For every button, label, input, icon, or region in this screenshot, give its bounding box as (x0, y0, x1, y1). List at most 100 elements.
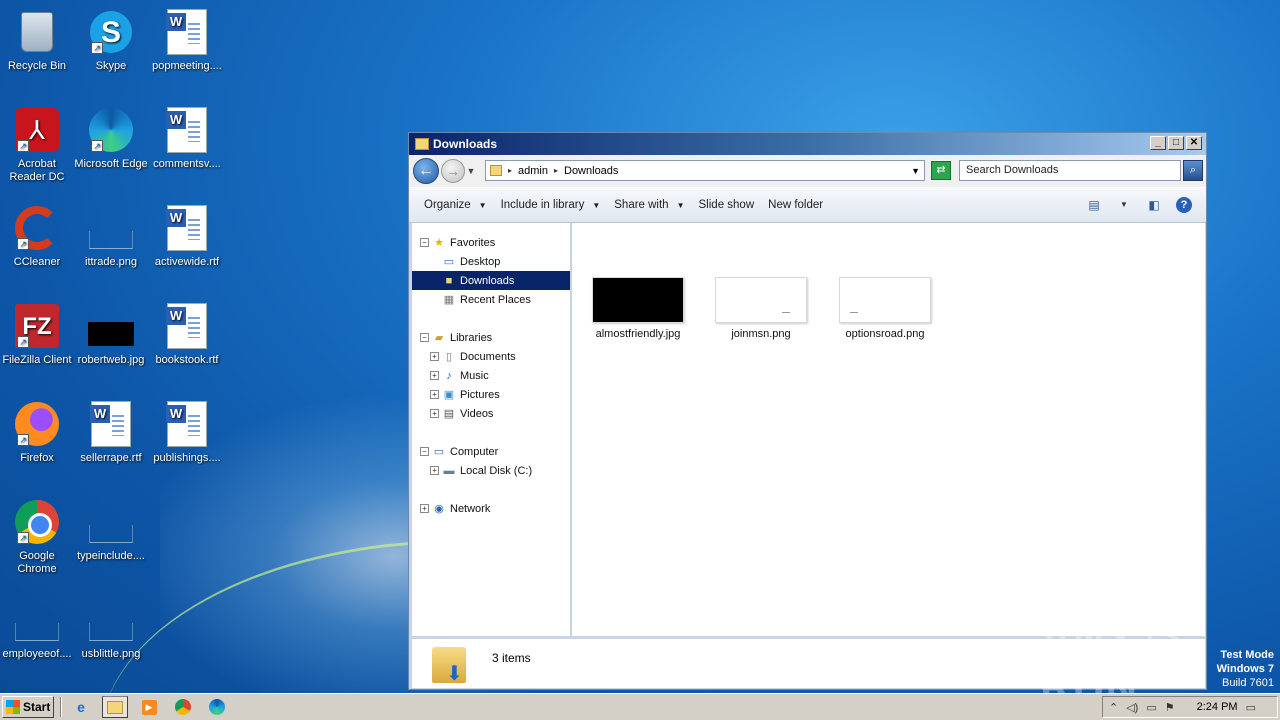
explorer-window: Downloads _ □ ✕ ← → ▼ ▸ admin ▸ Download… (408, 132, 1207, 690)
windows-logo-icon (6, 700, 20, 714)
desktop-icon-typeinclude[interactable]: typeinclude.... (74, 498, 148, 563)
nav-recent-places[interactable]: ▦ Recent Places (412, 290, 570, 309)
image-thumbnail (715, 277, 807, 323)
minimize-button[interactable]: _ (1150, 136, 1166, 150)
back-button[interactable]: ← (413, 158, 439, 184)
desktop-icon-activewide[interactable]: activewide.rtf (150, 204, 224, 269)
nav-downloads[interactable]: ■ Downloads (412, 271, 570, 290)
ie-icon: e (77, 699, 85, 715)
search-input[interactable]: Search Downloads (959, 160, 1181, 181)
desktop-icon-skype[interactable]: S ↗ Skype (74, 8, 148, 73)
desktop-icon-ittrade[interactable]: ittrade.png (74, 204, 148, 269)
new-folder-button[interactable]: New folder (761, 195, 830, 215)
desktop-icon-filezilla[interactable]: FZ ↗ FileZilla Client (0, 302, 74, 367)
organize-button[interactable]: Organize ▼ (417, 195, 494, 215)
explorer-taskbar-button[interactable] (102, 696, 128, 718)
window-titlebar[interactable]: Downloads _ □ ✕ (409, 133, 1206, 155)
maximize-button[interactable]: □ (1168, 136, 1184, 150)
collapse-icon[interactable]: − (420, 333, 429, 342)
recent-pages-dropdown[interactable]: ▼ (465, 166, 477, 176)
build-line: Build 7601 (1222, 677, 1274, 689)
downloads-folder-icon (432, 647, 466, 686)
media-player-taskbar-button[interactable]: ▶ (136, 696, 162, 718)
file-item[interactable]: almostfriendly.jpg (583, 277, 693, 340)
nav-videos[interactable]: + ▤ Videos (412, 404, 570, 423)
edge-taskbar-button[interactable] (204, 696, 230, 718)
word-doc-icon (87, 400, 135, 448)
pictures-icon: ▣ (443, 389, 455, 401)
file-item[interactable]: joinmsn.png (706, 277, 816, 340)
network-icon: ◉ (434, 503, 444, 515)
nav-pictures[interactable]: + ▣ Pictures (412, 385, 570, 404)
file-name: joinmsn.png (731, 328, 791, 340)
refresh-button[interactable]: ⇄ (931, 161, 951, 180)
close-button[interactable]: ✕ (1186, 136, 1202, 150)
start-button[interactable]: Start (2, 696, 54, 718)
desktop-icon-label: CCleaner (13, 256, 61, 268)
flag-icon[interactable]: ⚑ (1165, 701, 1175, 714)
chrome-icon (175, 699, 191, 715)
nav-desktop[interactable]: ▭ Desktop (412, 252, 570, 271)
ie-taskbar-button[interactable]: e (68, 696, 94, 718)
desktop-icon-employeeof[interactable]: employeeof.... (0, 596, 74, 661)
forward-button[interactable]: → (441, 159, 465, 183)
desktop-icon-popmeeting[interactable]: popmeeting.... (150, 8, 224, 73)
desktop-icon-label: typeinclude.... (77, 550, 145, 562)
nav-music[interactable]: + ♪ Music (412, 366, 570, 385)
breadcrumb-downloads[interactable]: Downloads (564, 165, 618, 177)
chrome-taskbar-button[interactable] (170, 696, 196, 718)
chevron-up-icon[interactable]: ⌃ (1109, 701, 1118, 714)
chevron-down-icon[interactable]: ▼ (1116, 197, 1132, 213)
slide-show-button[interactable]: Slide show (692, 195, 762, 215)
desktop-icon-acrobat[interactable]: ⅄ ↗ Acrobat Reader DC (0, 106, 74, 184)
nav-libraries[interactable]: − ▰ Libraries (412, 328, 570, 347)
chevron-down-icon[interactable]: ▼ (911, 166, 920, 176)
skype-icon: S ↗ (87, 8, 135, 56)
desktop-icon-publishings[interactable]: publishings.... (150, 400, 224, 465)
desktop-icon-robertweb[interactable]: robertweb.jpg (74, 302, 148, 367)
file-item[interactable]: optionsroad.png (830, 277, 940, 340)
help-icon[interactable]: ? (1176, 197, 1192, 213)
search-icon[interactable]: ⌕ (1183, 160, 1203, 181)
desktop-icon-bookstook[interactable]: bookstook.rtf (150, 302, 224, 367)
expand-icon[interactable]: + (430, 352, 439, 361)
desktop-icon-firefox[interactable]: ↗ Firefox (0, 400, 74, 465)
desktop-icon-chrome[interactable]: ↗ Google Chrome (0, 498, 74, 576)
desktop-icon-recycle-bin[interactable]: Recycle Bin (0, 8, 74, 73)
share-with-button[interactable]: Share with ▼ (607, 195, 691, 215)
expand-icon[interactable]: + (430, 371, 439, 380)
nav-network[interactable]: + ◉ Network (412, 499, 570, 518)
preview-pane-icon[interactable]: ◧ (1146, 197, 1162, 213)
collapse-icon[interactable]: − (420, 447, 429, 456)
firefox-icon: ↗ (13, 400, 61, 448)
expand-icon[interactable]: + (420, 504, 429, 513)
desktop-icon-sellerrape[interactable]: sellerrape.rtf (74, 400, 148, 465)
local-disk-icon: ▬ (443, 464, 455, 477)
expand-icon[interactable]: + (430, 409, 439, 418)
nav-local-disk[interactable]: + ▬ Local Disk (C:) (412, 461, 570, 480)
expand-icon[interactable]: + (430, 466, 439, 475)
expand-icon[interactable]: + (430, 390, 439, 399)
change-view-icon[interactable]: ▤ (1086, 197, 1102, 213)
network-icon[interactable]: ▭ (1146, 701, 1156, 714)
desktop-icon-usblittle[interactable]: usblittle.png (74, 596, 148, 661)
nav-label: Libraries (450, 331, 493, 344)
nav-favorites[interactable]: − ★ Favorites (412, 233, 570, 252)
desktop-icon-ccleaner[interactable]: ↗ CCleaner (0, 204, 74, 269)
include-in-library-button[interactable]: Include in library ▼ (494, 195, 608, 215)
image-thumbnail (839, 277, 931, 323)
volume-icon[interactable]: ◁) (1126, 701, 1138, 714)
desktop-icon-edge[interactable]: ↗ Microsoft Edge (74, 106, 148, 171)
black-image-icon (87, 302, 135, 350)
clock[interactable]: 2:24 PM (1197, 701, 1238, 713)
breadcrumb-admin[interactable]: admin (518, 165, 548, 177)
show-desktop-icon[interactable]: ▭ (1246, 701, 1256, 714)
breadcrumb[interactable]: ▸ admin ▸ Downloads ▼ (485, 160, 925, 181)
desktop-icon-commentsv[interactable]: commentsv.... (150, 106, 224, 171)
collapse-icon[interactable]: − (420, 238, 429, 247)
desktop-icon-label: usblittle.png (81, 648, 141, 660)
nav-computer[interactable]: − ▭ Computer (412, 442, 570, 461)
organize-label: Organize (424, 199, 471, 211)
file-list: almostfriendly.jpg joinmsn.png optionsro… (572, 223, 1205, 636)
nav-documents[interactable]: + ▯ Documents (412, 347, 570, 366)
